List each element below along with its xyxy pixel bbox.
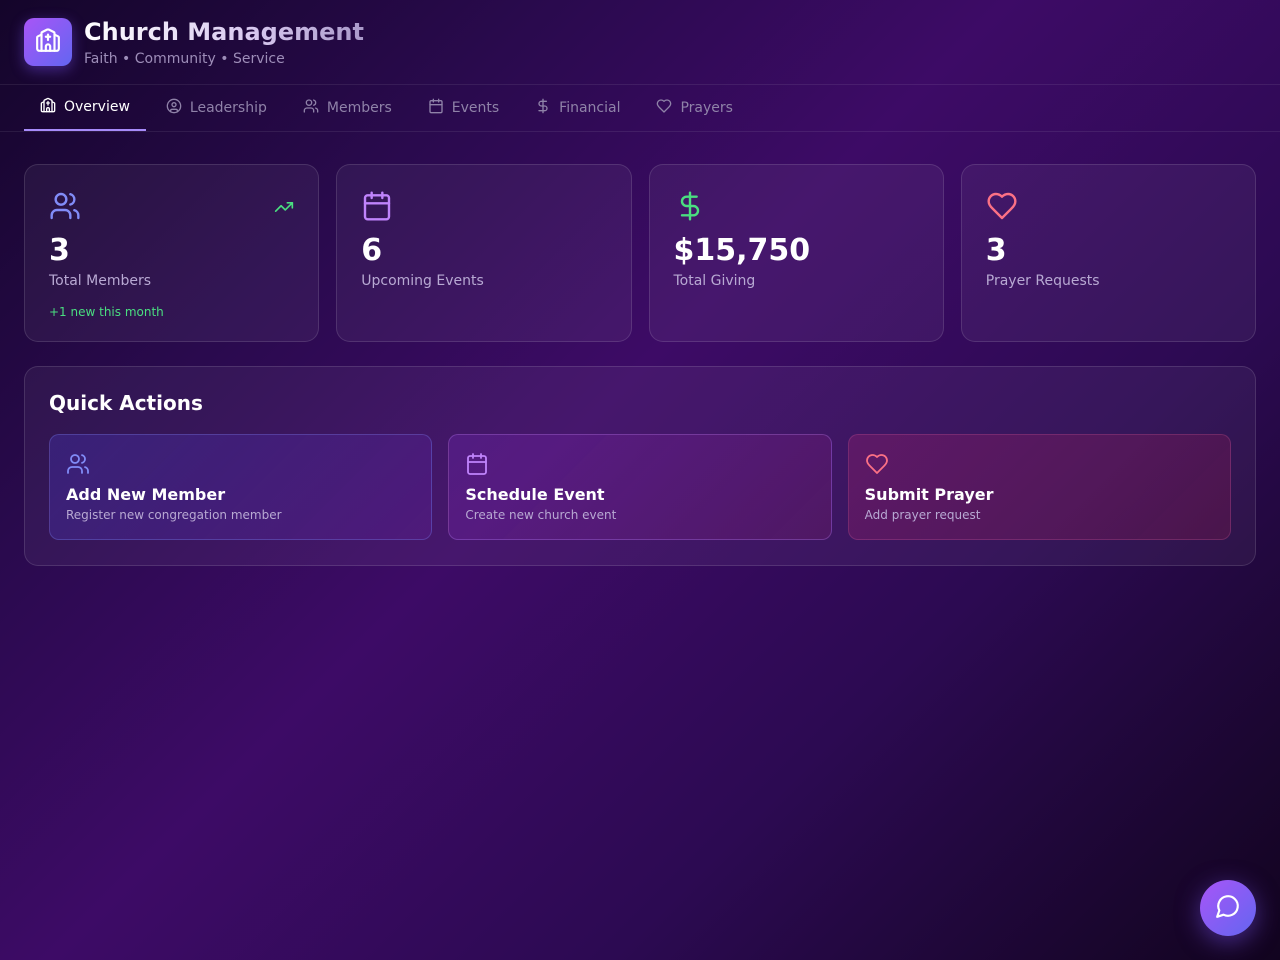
add-member-button[interactable]: Add New Member Register new congregation… xyxy=(49,434,433,540)
stat-value: 6 xyxy=(361,233,383,268)
dollar-icon xyxy=(535,98,559,118)
heart-icon xyxy=(986,189,1231,223)
action-description: Add prayer request xyxy=(864,508,981,522)
stat-label: Upcoming Events xyxy=(361,273,484,289)
calendar-icon xyxy=(428,98,452,118)
stat-card-giving: $15,750 Total Giving xyxy=(648,164,944,342)
users-icon xyxy=(66,451,415,477)
calendar-icon xyxy=(465,451,814,477)
tab-label: Events xyxy=(451,100,500,116)
tab-bar: Overview Leadership Members Events Finan… xyxy=(0,85,1280,132)
users-icon xyxy=(303,98,327,118)
tab-prayers[interactable]: Prayers xyxy=(640,85,748,131)
stat-value: 3 xyxy=(985,233,1007,268)
tab-label: Members xyxy=(326,100,392,116)
tab-financial[interactable]: Financial xyxy=(519,85,636,131)
action-title: Schedule Event xyxy=(465,485,605,504)
stat-card-events: 6 Upcoming Events xyxy=(336,164,632,342)
dollar-icon xyxy=(674,189,919,223)
users-icon xyxy=(49,189,294,223)
quick-actions-list: Add New Member Register new congregation… xyxy=(49,434,1231,540)
tab-overview[interactable]: Overview xyxy=(24,85,146,131)
stat-value: $15,750 xyxy=(673,233,811,268)
stat-card-prayers: 3 Prayer Requests xyxy=(960,164,1256,342)
tab-label: Financial xyxy=(559,100,621,116)
stat-value: 3 xyxy=(49,233,70,268)
action-title: Submit Prayer xyxy=(864,485,994,504)
trending-up-icon xyxy=(274,197,294,221)
tab-events[interactable]: Events xyxy=(412,85,515,131)
tab-label: Overview xyxy=(64,99,130,115)
user-circle-icon xyxy=(166,98,190,118)
tab-label: Prayers xyxy=(680,100,733,116)
stat-card-members: 3 Total Members +1 new this month xyxy=(24,164,320,342)
app-title: Church Management xyxy=(84,18,364,46)
tab-members[interactable]: Members xyxy=(287,85,408,131)
submit-prayer-button[interactable]: Submit Prayer Add prayer request xyxy=(847,434,1231,540)
chat-button[interactable] xyxy=(1200,880,1256,936)
stats-row: 3 Total Members +1 new this month 6 Upco… xyxy=(0,132,1280,342)
action-description: Create new church event xyxy=(465,508,617,522)
app-logo[interactable] xyxy=(24,18,72,66)
stat-label: Prayer Requests xyxy=(985,273,1100,289)
action-description: Register new congregation member xyxy=(66,508,282,522)
quick-actions-title: Quick Actions xyxy=(49,391,203,415)
heart-icon xyxy=(865,451,1214,477)
heart-icon xyxy=(656,98,680,118)
action-title: Add New Member xyxy=(66,485,226,504)
chat-bubble-icon xyxy=(1215,893,1241,923)
church-icon xyxy=(40,97,64,117)
stat-label: Total Members xyxy=(49,273,152,289)
tab-label: Leadership xyxy=(189,100,267,116)
tab-leadership[interactable]: Leadership xyxy=(150,85,283,131)
schedule-event-button[interactable]: Schedule Event Create new church event xyxy=(448,434,832,540)
calendar-icon xyxy=(361,189,606,223)
app-subtitle: Faith • Community • Service xyxy=(84,51,285,67)
quick-actions-panel: Quick Actions Add New Member Register ne… xyxy=(24,366,1256,566)
stat-label: Total Giving xyxy=(673,273,756,289)
church-icon xyxy=(35,27,61,57)
app-header: Church Management Faith • Community • Se… xyxy=(0,0,1280,85)
stat-note: +1 new this month xyxy=(49,305,164,319)
